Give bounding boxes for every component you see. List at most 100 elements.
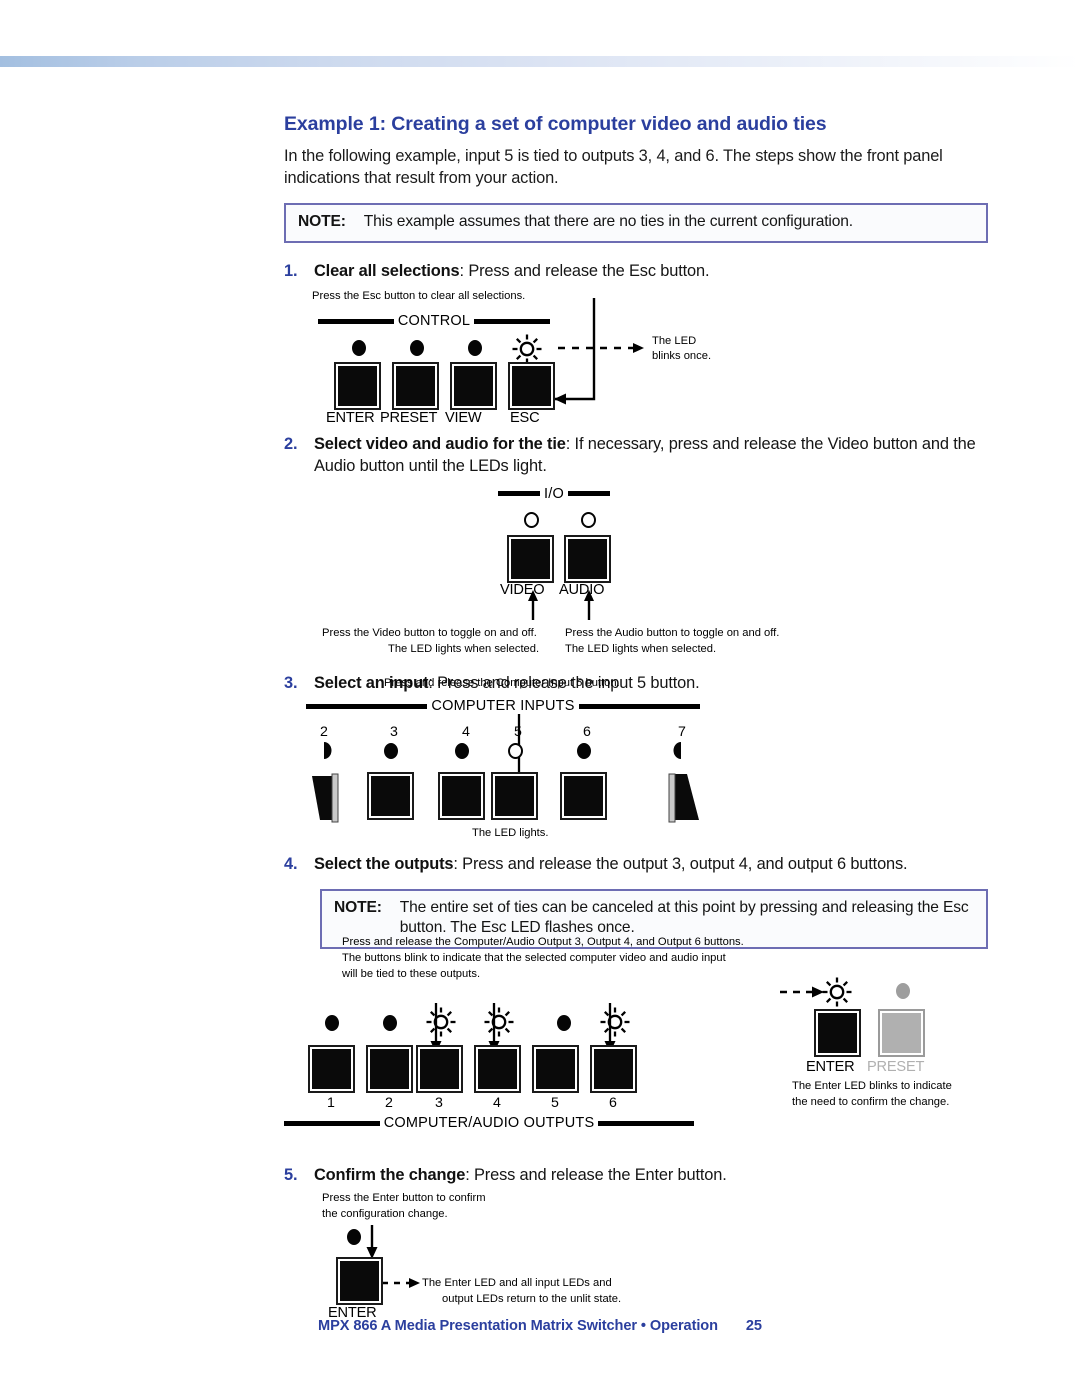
io-button-audio[interactable] — [566, 536, 609, 581]
outputs-enter-note-line1: The Enter LED blinks to indicate — [792, 1080, 952, 1093]
step-4-number: 4. — [284, 855, 298, 874]
step-4-text: Select the outputs: Press and release th… — [314, 854, 988, 876]
io-rule-right — [567, 491, 610, 497]
section-rule-right — [474, 318, 551, 324]
outputs-section-label: COMPUTER/AUDIO OUTPUTS — [284, 1115, 695, 1132]
step-1: 1. Clear all selections: Press and relea… — [284, 261, 988, 283]
note-step4-text: The entire set of ties can be canceled a… — [399, 898, 969, 937]
output-button-6[interactable] — [592, 1047, 635, 1092]
control-label-esc: ESC — [510, 410, 540, 427]
content-column: Example 1: Creating a set of computer vi… — [284, 112, 988, 1321]
inputs-rule-right — [578, 703, 701, 709]
outputs-enter-label: ENTER — [806, 1059, 855, 1076]
output-number-3: 3 — [435, 1095, 443, 1112]
confirm-result-line2: output LEDs return to the unlit state. — [442, 1292, 622, 1305]
output-button-5[interactable] — [534, 1047, 577, 1092]
control-label-view: VIEW — [445, 410, 482, 427]
output-button-3[interactable] — [418, 1047, 461, 1092]
inputs-label-text: COMPUTER INPUTS — [431, 698, 575, 715]
outputs-rule-left — [284, 1120, 380, 1126]
io-label-video: VIDEO — [500, 581, 545, 598]
input-number-2: 2 — [320, 724, 328, 741]
outputs-preset-led — [896, 983, 910, 1000]
step-2: 2. Select video and audio for the tie: I… — [284, 434, 988, 477]
control-button-view[interactable] — [452, 364, 495, 409]
control-label-enter: ENTER — [326, 410, 375, 427]
io-led-audio — [581, 511, 596, 528]
step-4: 4. Select the outputs: Press and release… — [284, 854, 988, 876]
output-button-4[interactable] — [476, 1047, 519, 1092]
note-label: NOTE: — [298, 213, 346, 230]
section-rule-left — [318, 318, 394, 324]
control-button-esc[interactable] — [510, 364, 553, 409]
control-led-esc-blinking-icon — [512, 334, 542, 364]
control-led-callout-line1: The LED — [652, 335, 697, 348]
outputs-rule-right — [598, 1120, 695, 1126]
footer-page-number: 25 — [745, 1318, 762, 1334]
control-led-callout-line2: blinks once. — [652, 350, 712, 363]
outputs-preset-button[interactable] — [880, 1011, 923, 1056]
step-1-rest: : Press and release the Esc button. — [459, 261, 710, 280]
output-led-1 — [325, 1015, 339, 1032]
inputs-bottom-callout: The LED lights. — [472, 827, 549, 840]
confirm-callout-line1: Press the Enter button to confirm — [322, 1191, 486, 1204]
input-button-5[interactable] — [493, 774, 536, 819]
step-2-bold: Select video and audio for the tie — [314, 435, 566, 454]
io-button-video[interactable] — [509, 536, 552, 581]
io-section-label: I/O — [498, 486, 610, 502]
note-step4-label: NOTE: — [334, 898, 382, 916]
figure-control: Press the Esc button to clear all select… — [312, 286, 988, 427]
footer-title: MPX 866 A Media Presentation Matrix Swit… — [318, 1318, 718, 1334]
outputs-enter-button[interactable] — [816, 1011, 859, 1056]
io-rule-left — [498, 491, 541, 497]
step-5: 5. Confirm the change: Press and release… — [284, 1165, 988, 1187]
control-label-preset: PRESET — [380, 410, 438, 427]
outputs-enter-led-blinking-icon — [822, 977, 852, 1007]
io-label-text: I/O — [544, 485, 564, 502]
outputs-callout-line1: Press and release the Computer/Audio Out… — [342, 936, 744, 949]
outputs-callout-line2: The buttons blink to indicate that the s… — [342, 952, 726, 965]
control-button-enter[interactable] — [336, 364, 379, 409]
output-number-2: 2 — [385, 1095, 393, 1112]
step-5-number: 5. — [284, 1166, 298, 1185]
output-number-6: 6 — [609, 1095, 617, 1112]
control-top-callout: Press the Esc button to clear all select… — [312, 290, 526, 303]
input-button-6[interactable] — [562, 774, 605, 819]
input-button-4[interactable] — [440, 774, 483, 819]
input-button-3[interactable] — [369, 774, 412, 819]
figure-io: I/O VIDEO AUDIO Press the Video button t… — [284, 482, 988, 655]
confirm-enter-button[interactable] — [338, 1258, 381, 1303]
output-button-1[interactable] — [310, 1047, 353, 1092]
input-number-6: 6 — [583, 724, 591, 741]
outputs-label-text: COMPUTER/AUDIO OUTPUTS — [383, 1115, 595, 1132]
output-led-3-blinking-icon — [426, 1007, 456, 1037]
output-button-2[interactable] — [368, 1047, 411, 1092]
control-button-preset[interactable] — [394, 364, 437, 409]
step-5-bold: Confirm the change — [314, 1166, 466, 1185]
control-label-text: CONTROL — [397, 313, 471, 330]
step-5-text: Confirm the change: Press and release th… — [314, 1165, 988, 1187]
input-number-5: 5 — [514, 724, 522, 741]
step-1-bold: Clear all selections — [314, 261, 460, 280]
note-box-top: NOTE: This example assumes that there ar… — [284, 203, 988, 243]
confirm-result-line1: The Enter LED and all input LEDs and — [422, 1276, 612, 1289]
input-number-7: 7 — [678, 724, 686, 741]
step-3-number: 3. — [284, 673, 298, 692]
control-section-label: CONTROL — [318, 313, 551, 330]
step-4-rest: : Press and release the output 3, output… — [453, 855, 908, 874]
figure-confirm-enter: Press the Enter button to confirm the co… — [322, 1191, 988, 1321]
output-number-5: 5 — [551, 1095, 559, 1112]
document-page: Example 1: Creating a set of computer vi… — [0, 0, 1080, 1397]
io-led-video — [524, 511, 539, 528]
step-1-text: Clear all selections: Press and release … — [314, 261, 988, 283]
figure-computer-inputs: COMPUTER INPUTS 2 3 4 5 6 7 Press and re… — [302, 677, 988, 840]
intro-paragraph: In the following example, input 5 is tie… — [284, 147, 943, 188]
step-2-text: Select video and audio for the tie: If n… — [314, 434, 988, 477]
output-led-5 — [557, 1015, 571, 1032]
input-number-3: 3 — [390, 724, 398, 741]
outputs-callout-line3: will be tied to these outputs. — [342, 968, 481, 981]
inputs-section-label: COMPUTER INPUTS — [306, 698, 701, 715]
step-2-number: 2. — [284, 435, 298, 454]
figure-computer-audio-outputs: Press and release the Computer/Audio Out… — [284, 936, 988, 1147]
input-number-4: 4 — [462, 724, 470, 741]
